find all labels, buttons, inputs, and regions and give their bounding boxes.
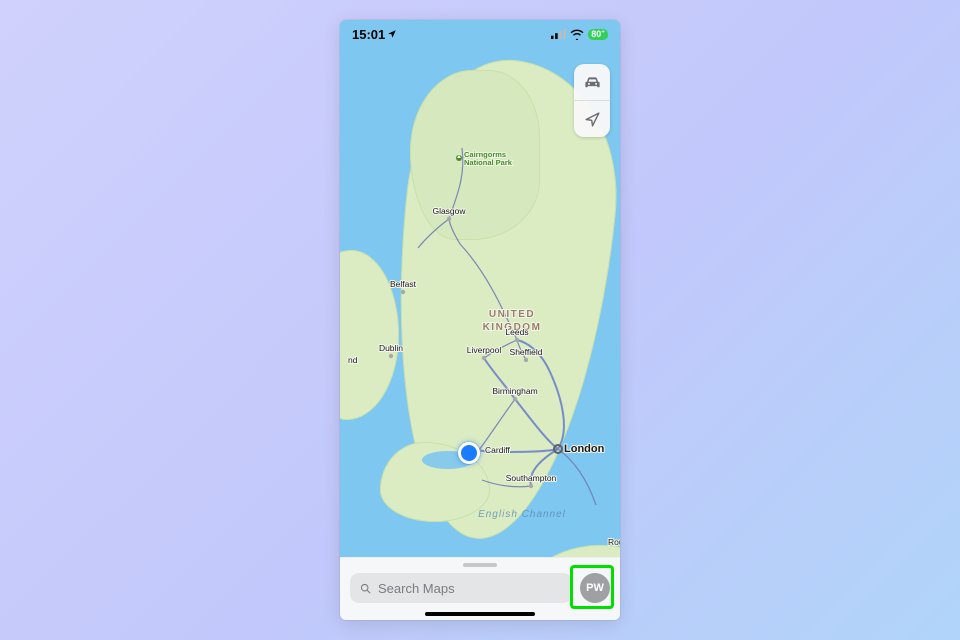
sheet-grabber[interactable] xyxy=(463,563,497,567)
park-label-2: National Park xyxy=(464,158,513,167)
country-label-1: UNITED xyxy=(489,309,535,320)
status-bar: 15:01 80⁺ xyxy=(340,20,620,48)
english-channel-label: English Channel xyxy=(478,509,566,520)
city-label[interactable]: Rou xyxy=(608,537,620,547)
battery-pill: 80⁺ xyxy=(588,29,608,40)
location-arrow-icon xyxy=(583,110,602,129)
search-input[interactable]: Search Maps xyxy=(350,573,572,603)
user-location-pin[interactable] xyxy=(458,442,480,464)
car-icon xyxy=(583,73,602,92)
profile-initials: PW xyxy=(586,582,604,594)
city-label[interactable]: Birmingham xyxy=(492,386,537,396)
wifi-icon xyxy=(570,29,584,40)
city-dot[interactable] xyxy=(529,484,533,488)
search-icon xyxy=(359,582,372,595)
cellular-icon xyxy=(551,29,566,39)
city-label[interactable]: Liverpool xyxy=(467,345,502,355)
city-label[interactable]: Leeds xyxy=(505,327,528,337)
city-label[interactable]: Dublin xyxy=(379,343,403,353)
city-label[interactable]: Southampton xyxy=(506,473,557,483)
city-dot[interactable] xyxy=(401,290,405,294)
city-label[interactable]: Sheffield xyxy=(510,347,543,357)
city-label[interactable]: Belfast xyxy=(390,279,417,289)
city-label[interactable]: Cardiff xyxy=(485,445,511,455)
city-dot[interactable] xyxy=(447,217,451,221)
status-time: 15:01 xyxy=(352,27,385,42)
city-dot[interactable] xyxy=(389,354,393,358)
search-placeholder: Search Maps xyxy=(378,581,455,596)
city-dot[interactable] xyxy=(513,397,517,401)
map-controls xyxy=(574,64,610,137)
city-label[interactable]: nd xyxy=(348,355,358,365)
city-label[interactable]: Glasgow xyxy=(432,206,466,216)
phone-screen: UNITED KINGDOM Cairngorms National Park … xyxy=(340,20,620,620)
city-dot[interactable] xyxy=(482,356,486,360)
city-label[interactable]: London xyxy=(564,443,605,455)
locate-me-button[interactable] xyxy=(574,100,610,137)
city-dot[interactable] xyxy=(524,358,528,362)
search-sheet[interactable]: Search Maps PW xyxy=(340,557,620,620)
location-services-icon xyxy=(387,29,397,39)
profile-avatar-button[interactable]: PW xyxy=(580,573,610,603)
city-dot[interactable] xyxy=(515,338,519,342)
home-indicator[interactable] xyxy=(425,612,535,616)
driving-mode-button[interactable] xyxy=(574,64,610,100)
